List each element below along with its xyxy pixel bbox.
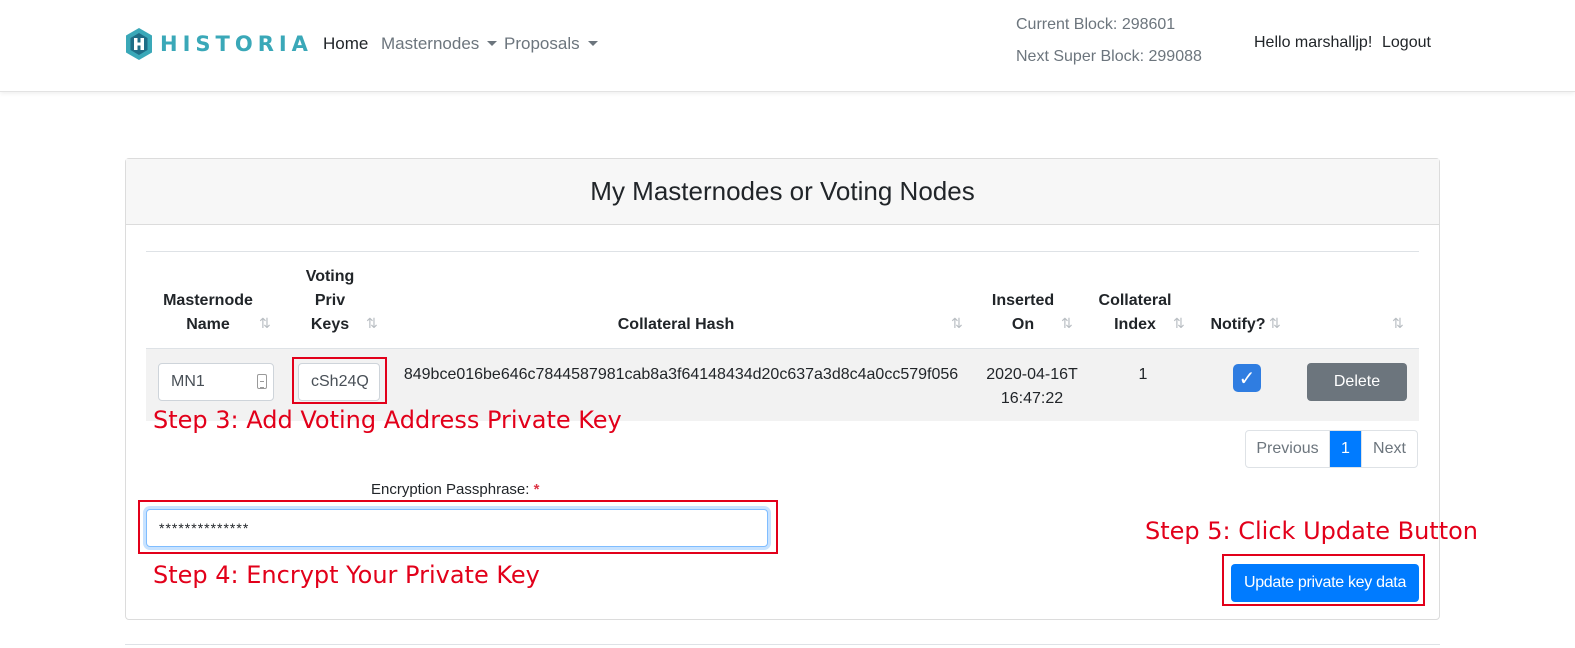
step5-annotation: Step 5: Click Update Button bbox=[1145, 517, 1479, 545]
nav-masternodes-label: Masternodes bbox=[381, 34, 480, 53]
step3-annotation: Step 3: Add Voting Address Private Key bbox=[153, 406, 622, 434]
card-title: My Masternodes or Voting Nodes bbox=[590, 176, 975, 206]
step4-highlight-box bbox=[138, 500, 778, 554]
user-greeting: Hello marshalljp! bbox=[1254, 34, 1373, 51]
sort-icon[interactable]: ⇅ bbox=[259, 315, 271, 332]
sort-icon[interactable]: ⇅ bbox=[366, 315, 378, 332]
passphrase-label: Encryption Passphrase: * bbox=[371, 481, 539, 498]
delete-button[interactable]: Delete bbox=[1307, 363, 1407, 401]
checkmark-icon: ✓ bbox=[1238, 367, 1256, 390]
caret-down-icon bbox=[587, 41, 598, 46]
nav-home-link[interactable]: Home bbox=[323, 34, 368, 54]
notify-checkbox[interactable]: ✓ bbox=[1233, 364, 1261, 392]
sort-icon[interactable]: ⇅ bbox=[1392, 315, 1404, 332]
pagination-previous[interactable]: Previous bbox=[1246, 431, 1330, 467]
inserted-on-cell: 2020-04-16T16:47:22 bbox=[986, 366, 1078, 407]
step4-annotation: Step 4: Encrypt Your Private Key bbox=[153, 561, 540, 589]
pagination-page-1[interactable]: 1 bbox=[1330, 431, 1361, 467]
sort-icon[interactable]: ⇅ bbox=[951, 315, 963, 332]
masternode-name-input[interactable]: MN1 bbox=[158, 363, 274, 401]
header-voting-priv-keys[interactable]: Voting Priv Keys bbox=[296, 265, 364, 337]
required-mark: * bbox=[533, 481, 540, 498]
sort-icon[interactable]: ⇅ bbox=[1173, 315, 1185, 332]
current-block-text: Current Block: 298601 bbox=[1016, 16, 1176, 33]
sort-icon[interactable]: ⇅ bbox=[1269, 315, 1281, 332]
pagination-next[interactable]: Next bbox=[1361, 431, 1417, 467]
next-super-block-text: Next Super Block: 299088 bbox=[1016, 48, 1202, 65]
navbar: HISTORIA Home Masternodes Proposals Curr… bbox=[0, 0, 1575, 92]
nav-masternodes-dropdown[interactable]: Masternodes bbox=[381, 34, 498, 54]
card-header: My Masternodes or Voting Nodes bbox=[126, 159, 1439, 225]
nav-proposals-dropdown[interactable]: Proposals bbox=[504, 34, 598, 54]
brand-name: HISTORIA bbox=[160, 32, 313, 56]
page-divider bbox=[125, 644, 1440, 645]
passphrase-label-text: Encryption Passphrase: bbox=[371, 481, 530, 498]
sort-icon[interactable]: ⇅ bbox=[1061, 315, 1073, 332]
step3-highlight-box bbox=[292, 357, 387, 404]
masternode-name-value: MN1 bbox=[171, 373, 205, 390]
historia-hex-icon bbox=[126, 28, 152, 60]
table-divider bbox=[146, 251, 1419, 252]
header-masternode-name[interactable]: Masternode Name bbox=[146, 289, 270, 337]
header-collateral-index[interactable]: Collateral Index bbox=[1096, 289, 1174, 337]
caret-down-icon bbox=[487, 41, 498, 46]
pagination: Previous 1 Next bbox=[1245, 430, 1418, 468]
collateral-hash-cell: 849bce016be646c7844587981cab8a3f64148434… bbox=[403, 366, 959, 383]
collateral-index-cell: 1 bbox=[1138, 366, 1148, 383]
header-collateral-hash[interactable]: Collateral Hash bbox=[386, 313, 966, 337]
password-manager-icon bbox=[257, 374, 267, 389]
nav-proposals-label: Proposals bbox=[504, 34, 580, 53]
header-inserted-on[interactable]: Inserted On bbox=[986, 289, 1060, 337]
logout-link[interactable]: Logout bbox=[1382, 34, 1431, 52]
step5-highlight-box bbox=[1222, 554, 1425, 606]
historia-logo[interactable]: HISTORIA bbox=[124, 27, 313, 61]
header-notify[interactable]: Notify? bbox=[1208, 313, 1268, 337]
